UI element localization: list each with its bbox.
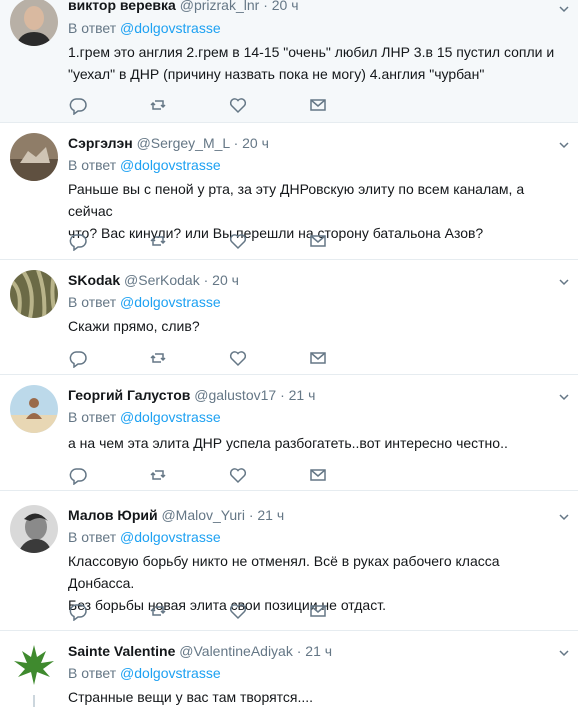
envelope-icon[interactable] <box>308 231 328 251</box>
tweet[interactable]: SKodak @SerKodak · 20 ч В ответ @dolgovs… <box>0 260 578 375</box>
heart-icon[interactable] <box>228 601 248 621</box>
avatar[interactable] <box>10 505 58 553</box>
chevron-down-icon[interactable] <box>558 646 570 658</box>
separator-dot: · <box>248 507 254 523</box>
reply-icon[interactable] <box>68 231 88 251</box>
avatar[interactable] <box>10 0 58 46</box>
tweet[interactable]: Малов Юрий @Malov_Yuri · 21 ч В ответ @d… <box>0 491 578 631</box>
mention-link[interactable]: @dolgovstrasse <box>120 157 221 173</box>
reply-context: В ответ @dolgovstrasse <box>68 528 221 546</box>
avatar[interactable] <box>10 641 58 689</box>
reply-icon[interactable] <box>68 348 88 368</box>
reply-icon[interactable] <box>68 465 88 485</box>
tweet[interactable]: Сэргэлэн @Sergey_M_L · 20 ч В ответ @dol… <box>0 123 578 260</box>
retweet-icon[interactable] <box>148 601 168 621</box>
reply-context: В ответ @dolgovstrasse <box>68 156 221 174</box>
retweet-icon[interactable] <box>148 95 168 115</box>
tweet[interactable]: Sainte Valentine @ValentineAdiyak · 21 ч… <box>0 631 578 713</box>
tweet-text-line: "уехал" в ДНР (причину назвать пока не м… <box>68 66 485 82</box>
timestamp[interactable]: 21 ч <box>289 387 316 403</box>
author-name[interactable]: SKodak <box>68 272 120 288</box>
envelope-icon[interactable] <box>308 465 328 485</box>
timestamp[interactable]: 21 ч <box>305 643 332 659</box>
avatar[interactable] <box>10 133 58 181</box>
author-handle[interactable]: @Sergey_M_L <box>137 135 230 151</box>
author-handle[interactable]: @SerKodak <box>124 272 200 288</box>
tweet-text-line: Раньше вы с пеной у рта, за эту ДНРовску… <box>68 181 525 219</box>
reply-prefix: В ответ <box>68 294 117 310</box>
heart-icon[interactable] <box>228 465 248 485</box>
mention-link[interactable]: @dolgovstrasse <box>120 665 221 681</box>
reply-context: В ответ @dolgovstrasse <box>68 19 221 37</box>
reply-context: В ответ @dolgovstrasse <box>68 293 221 311</box>
author-name[interactable]: виктор веревка <box>68 0 176 13</box>
tweet-text-line: 1.грем это англия 2.грем в 14-15 "очень"… <box>68 44 555 60</box>
reply-icon[interactable] <box>68 95 88 115</box>
tweet-text-line: Странные вещи у вас там творятся.... <box>68 689 314 705</box>
separator-dot: · <box>280 387 285 403</box>
tweet-text-line: Скажи прямо, слив? <box>68 318 200 334</box>
tweet-text-line: а на чем эта элита ДНР успела разбогатет… <box>68 435 508 451</box>
author-name[interactable]: Георгий Галустов <box>68 387 190 403</box>
author-name[interactable]: Sainte Valentine <box>68 643 175 659</box>
separator-dot: · <box>203 272 209 288</box>
heart-icon[interactable] <box>228 231 248 251</box>
replies-feed: виктор веревка @prizrak_lnr · 20 ч В отв… <box>0 0 578 713</box>
mention-link[interactable]: @dolgovstrasse <box>120 529 221 545</box>
mention-link[interactable]: @dolgovstrasse <box>120 20 221 36</box>
tweet-text-line: Классовую борьбу никто не отменял. Всё в… <box>68 553 500 591</box>
timestamp[interactable]: 21 ч <box>257 507 284 523</box>
author-name[interactable]: Сэргэлэн <box>68 135 133 151</box>
reply-icon[interactable] <box>68 601 88 621</box>
chevron-down-icon[interactable] <box>558 138 570 150</box>
avatar[interactable] <box>10 385 58 433</box>
mention-link[interactable]: @dolgovstrasse <box>120 409 221 425</box>
retweet-icon[interactable] <box>148 231 168 251</box>
chevron-down-icon[interactable] <box>558 510 570 522</box>
tweet-text: 1.грем это англия 2.грем в 14-15 "очень"… <box>68 41 568 85</box>
tweet-text: Странные вещи у вас там творятся.... <box>68 686 568 708</box>
tweet[interactable]: Георгий Галустов @galustov17 · 21 ч В от… <box>0 375 578 491</box>
tweet-actions <box>68 601 368 621</box>
separator-dot: · <box>263 0 268 13</box>
author-handle[interactable]: @galustov17 <box>194 387 276 403</box>
reply-prefix: В ответ <box>68 529 117 545</box>
reply-context: В ответ @dolgovstrasse <box>68 664 221 682</box>
reply-prefix: В ответ <box>68 20 117 36</box>
thread-line <box>33 695 35 707</box>
tweet-actions <box>68 348 368 368</box>
tweet-actions <box>68 231 368 251</box>
author-handle[interactable]: @prizrak_lnr <box>180 0 260 13</box>
retweet-icon[interactable] <box>148 465 168 485</box>
tweet-text: Скажи прямо, слив? <box>68 315 568 337</box>
tweet[interactable]: виктор веревка @prizrak_lnr · 20 ч В отв… <box>0 0 578 123</box>
author-handle[interactable]: @Malov_Yuri <box>161 507 244 523</box>
author-name[interactable]: Малов Юрий <box>68 507 158 523</box>
chevron-down-icon[interactable] <box>558 2 570 14</box>
envelope-icon[interactable] <box>308 95 328 115</box>
mention-link[interactable]: @dolgovstrasse <box>120 294 221 310</box>
author-handle[interactable]: @ValentineAdiyak <box>179 643 293 659</box>
retweet-icon[interactable] <box>148 348 168 368</box>
heart-icon[interactable] <box>228 95 248 115</box>
timestamp[interactable]: 20 ч <box>212 272 239 288</box>
tweet-actions <box>68 465 368 485</box>
heart-icon[interactable] <box>228 348 248 368</box>
reply-context: В ответ @dolgovstrasse <box>68 408 221 426</box>
envelope-icon[interactable] <box>308 601 328 621</box>
reply-prefix: В ответ <box>68 157 117 173</box>
timestamp[interactable]: 20 ч <box>272 0 299 13</box>
tweet-text: а на чем эта элита ДНР успела разбогатет… <box>68 432 568 454</box>
envelope-icon[interactable] <box>308 348 328 368</box>
reply-prefix: В ответ <box>68 665 117 681</box>
chevron-down-icon[interactable] <box>558 390 570 402</box>
separator-dot: · <box>233 135 239 151</box>
avatar[interactable] <box>10 270 58 318</box>
timestamp[interactable]: 20 ч <box>242 135 269 151</box>
chevron-down-icon[interactable] <box>558 275 570 287</box>
tweet-actions <box>68 95 368 115</box>
reply-prefix: В ответ <box>68 409 117 425</box>
separator-dot: · <box>296 643 302 659</box>
